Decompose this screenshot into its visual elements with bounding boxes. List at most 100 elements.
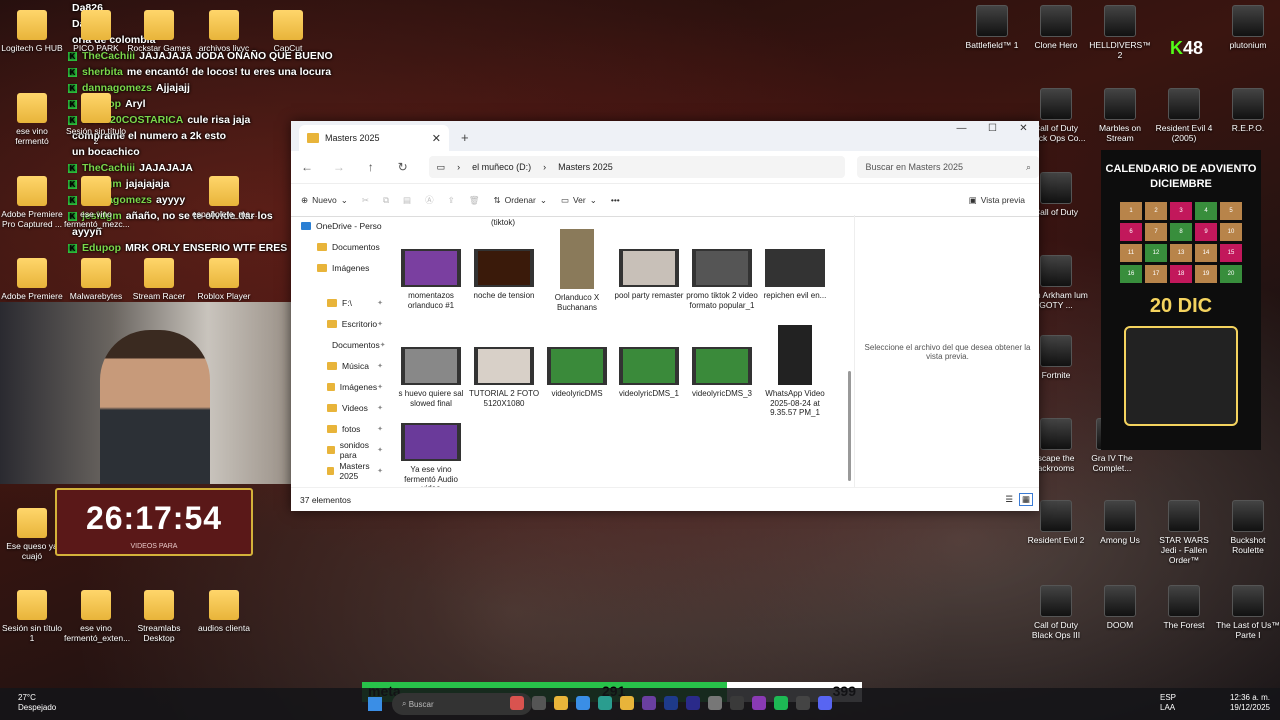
details-view-icon[interactable]: ☰ (1005, 494, 1013, 505)
sidebar-item[interactable]: Imágenes (291, 257, 389, 278)
sidebar-item[interactable]: Videos ✦ (291, 397, 389, 418)
desktop-icon[interactable]: Stream Racer (127, 258, 191, 301)
desktop-icon[interactable]: Buckshot Roulette (1216, 500, 1280, 555)
start-icon[interactable] (368, 697, 382, 711)
file-item[interactable]: videolyricDMS_1 (613, 347, 685, 399)
sidebar-item[interactable]: Música ✦ (291, 355, 389, 376)
desktop-icon[interactable]: Sesión sin título 2 (64, 93, 128, 146)
desktop-icon[interactable]: Rockstar Games (127, 10, 191, 53)
taskbar-app-icon[interactable] (730, 696, 744, 710)
more-button[interactable]: ••• (611, 195, 620, 205)
desktop-icon[interactable]: Among Us (1088, 500, 1152, 545)
taskbar-app-icon[interactable] (774, 696, 788, 710)
file-item[interactable]: pool party remaster (613, 249, 685, 301)
taskbar-app-icon[interactable] (576, 696, 590, 710)
search-input[interactable]: Buscar en Masters 2025 ⌕ (857, 156, 1039, 178)
desktop-icon[interactable]: Adobe Premiere Pro Captured ... (0, 176, 64, 229)
file-item[interactable]: TUTORIAL 2 FOTO 5120X1080 (468, 347, 540, 408)
desktop-icon[interactable]: Streamlabs Desktop (127, 590, 191, 643)
view-button[interactable]: ▭ Ver ⌄ (561, 195, 597, 206)
desktop-icon[interactable]: STAR WARS Jedi - Fallen Order™ (1152, 500, 1216, 565)
sidebar-item[interactable]: Imágenes ✦ (291, 376, 389, 397)
desktop-icon[interactable]: audios clienta (192, 590, 256, 633)
sidebar-item[interactable]: fotos ✦ (291, 418, 389, 439)
file-item[interactable]: videolyricDMS_3 (686, 347, 758, 399)
desktop-icon[interactable]: Malwarebytes (64, 258, 128, 301)
file-item[interactable]: s huevo quiere sal slowed final (395, 347, 467, 408)
taskbar-app-icon[interactable] (796, 696, 810, 710)
tiles-view-icon[interactable]: ▦ (1018, 493, 1033, 506)
desktop-icon[interactable]: Roblox Player (192, 258, 256, 301)
desktop-icon[interactable]: Resident Evil 4 (2005) (1152, 88, 1216, 143)
forward-icon[interactable]: → (323, 160, 355, 174)
taskbar-app-icon[interactable] (532, 696, 546, 710)
desktop-icon[interactable]: archivos livyc (192, 10, 256, 53)
taskbar-app-icon[interactable] (642, 696, 656, 710)
taskbar-app-icon[interactable] (554, 696, 568, 710)
back-icon[interactable]: ← (291, 160, 323, 174)
new-tab-button[interactable]: + (461, 130, 469, 145)
sidebar-item[interactable]: Documentos ✦ (291, 334, 389, 355)
desktop-icon[interactable]: Logitech G HUB (0, 10, 64, 53)
desktop-icon[interactable]: españolete_me... (192, 176, 257, 219)
desktop-icon[interactable]: PICO PARK (64, 10, 128, 53)
language-indicator[interactable]: ESP LAA (1160, 693, 1176, 713)
desktop-icon[interactable]: ese vino fermentó_mezc... (64, 176, 130, 229)
paste-icon[interactable]: ▤ (403, 195, 411, 206)
breadcrumb[interactable]: ▭ › el muñeco (D:) › Masters 2025 (428, 156, 846, 178)
file-item[interactable]: Orlanduco X Buchanans (541, 229, 613, 312)
desktop-icon[interactable]: The Last of Us™ Parte I (1216, 585, 1280, 640)
desktop-icon[interactable]: HELLDIVERS™ 2 (1088, 5, 1152, 60)
breadcrumb-folder[interactable]: Masters 2025 (558, 162, 613, 172)
delete-icon[interactable]: 🗑 (469, 195, 480, 206)
maximize-icon[interactable]: ☐ (977, 121, 1008, 137)
desktop-icon[interactable]: DOOM (1088, 585, 1152, 630)
rename-icon[interactable]: Ⓐ (425, 194, 434, 206)
new-button[interactable]: ⊕ Nuevo ⌄ (301, 195, 348, 206)
file-item[interactable]: repichen evil en... (759, 249, 831, 301)
sidebar-item[interactable]: Escritorio ✦ (291, 313, 389, 334)
sidebar-item[interactable]: F:\ ✦ (291, 292, 389, 313)
sidebar-item[interactable]: sonidos para ✦ (291, 439, 389, 460)
weather-widget[interactable]: 27°C Despejado (18, 693, 56, 713)
cut-icon[interactable]: ✂ (362, 195, 369, 206)
sidebar-item[interactable]: Masters 2025 ✦ (291, 460, 389, 481)
up-icon[interactable]: ↑ (355, 160, 387, 174)
desktop-icon[interactable]: R.E.P.O. (1216, 88, 1280, 133)
taskbar-app-icon[interactable] (818, 696, 832, 710)
minimize-icon[interactable]: — (946, 121, 977, 137)
share-icon[interactable]: ⇪ (448, 195, 455, 206)
close-icon[interactable]: ✕ (1008, 121, 1039, 137)
taskbar-app-icon[interactable] (510, 696, 524, 710)
desktop-icon[interactable]: Sesión sin título 1 (0, 590, 64, 643)
taskbar-app-icon[interactable] (620, 696, 634, 710)
breadcrumb-drive[interactable]: el muñeco (D:) (472, 162, 531, 172)
sidebar-item[interactable]: OneDrive - Perso (291, 215, 389, 236)
desktop-icon[interactable]: Battlefield™ 1 (960, 5, 1024, 50)
taskbar-app-icon[interactable] (664, 696, 678, 710)
desktop-icon[interactable]: Marbles on Stream (1088, 88, 1152, 143)
sort-button[interactable]: ⇅ Ordenar ⌄ (494, 195, 547, 206)
file-item[interactable]: momentazos orlanduco #1 (395, 249, 467, 310)
clock[interactable]: 12:36 a. m. 19/12/2025 (1230, 693, 1270, 713)
tab-masters-2025[interactable]: Masters 2025 ✕ (299, 125, 449, 151)
taskbar-app-icon[interactable] (686, 696, 700, 710)
desktop-icon[interactable]: Clone Hero (1024, 5, 1088, 50)
preview-pane-button[interactable]: ▣ Vista previa (969, 195, 1025, 206)
desktop-icon[interactable]: ese vino fermentó_exten... (64, 590, 130, 643)
sidebar-item[interactable]: Documentos (291, 236, 389, 257)
file-item[interactable]: promo tiktok 2 video formato popular_1 (686, 249, 758, 310)
file-item[interactable]: videolyricDMS (541, 347, 613, 399)
taskbar-app-icon[interactable] (598, 696, 612, 710)
desktop-icon[interactable]: CapCut (256, 10, 320, 53)
desktop-icon[interactable]: The Forest (1152, 585, 1216, 630)
refresh-icon[interactable]: ↻ (387, 160, 419, 174)
close-tab-icon[interactable]: ✕ (432, 132, 441, 145)
desktop-icon[interactable]: Call of Duty Black Ops III (1024, 585, 1088, 640)
desktop-icon[interactable]: ese vino fermentó (0, 93, 64, 146)
taskbar-app-icon[interactable] (752, 696, 766, 710)
taskbar-app-icon[interactable] (708, 696, 722, 710)
desktop-icon[interactable]: plutonium (1216, 5, 1280, 50)
copy-icon[interactable]: ⧉ (383, 195, 389, 206)
file-item[interactable]: noche de tension (468, 249, 540, 301)
